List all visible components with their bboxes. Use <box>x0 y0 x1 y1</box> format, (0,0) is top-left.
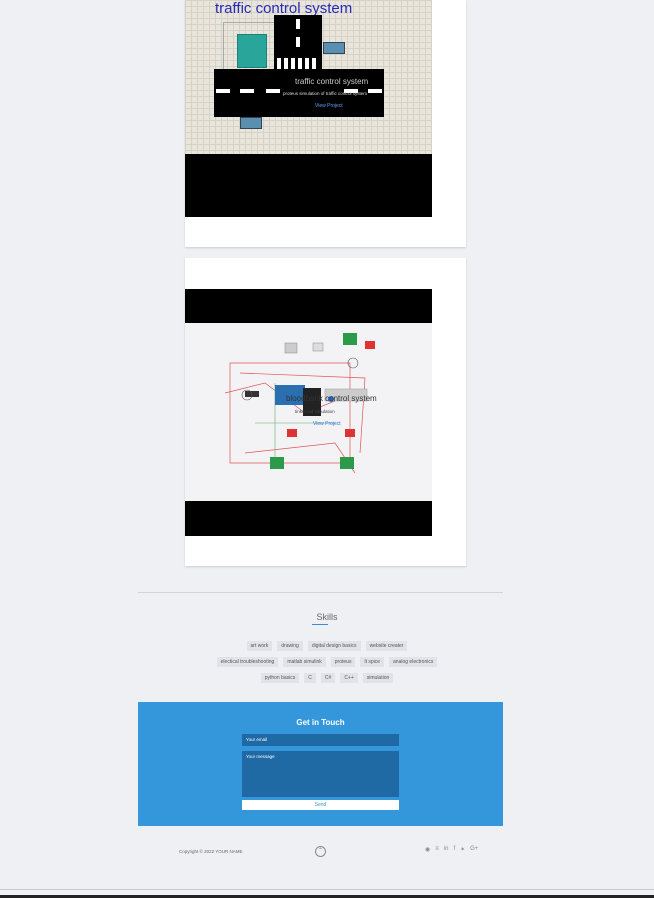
project-overlay-title: bloodbank control system <box>286 394 377 403</box>
lane-dash <box>296 37 300 47</box>
ultrasonic-sensor <box>323 42 345 54</box>
skill-tag: electical troubleshooting <box>216 657 279 667</box>
project-card-circuit: bloodbank control system tinkercad simul… <box>185 258 466 566</box>
schematic-background: traffic control system traffic control s… <box>185 0 432 154</box>
page-bottom-divider <box>0 889 654 890</box>
project-image-traffic[interactable]: traffic control system traffic control s… <box>185 0 432 217</box>
chevron-up-icon[interactable]: ⌃ <box>315 846 326 857</box>
skill-tag: website creater <box>365 641 408 651</box>
github-icon[interactable]: ◉ <box>425 846 430 853</box>
circuit-background: bloodbank control system tinkercad simul… <box>185 323 432 501</box>
lane-dash <box>368 89 382 93</box>
section-divider <box>138 592 503 593</box>
project-overlay-subtitle: tinkercad simulation <box>295 409 335 414</box>
message-field[interactable]: Your message <box>242 751 399 797</box>
skills-heading-underline <box>312 624 328 625</box>
lane-dash <box>266 89 280 93</box>
email-field[interactable]: Your email <box>242 734 399 746</box>
view-project-link[interactable]: View Project <box>313 421 341 427</box>
skill-tag: C# <box>320 673 336 683</box>
send-button[interactable]: Send <box>242 800 399 810</box>
contact-section: Get in Touch Your email Your message Sen… <box>138 702 503 826</box>
contact-heading: Get in Touch <box>296 718 345 727</box>
view-project-link[interactable]: View Project <box>315 103 343 109</box>
social-links: ◉ ≡ in f ✶ G+ <box>425 846 478 853</box>
lane-dash <box>216 89 230 93</box>
skill-tag: C <box>304 673 316 683</box>
skills-heading: Skills <box>316 612 338 622</box>
lane-dash <box>296 19 300 29</box>
skill-tag: matlab simulink <box>283 657 326 667</box>
skill-tag: C++ <box>340 673 358 683</box>
skill-tag: analog electronics <box>389 657 438 667</box>
facebook-icon[interactable]: f <box>453 846 455 853</box>
twitter-icon[interactable]: ✶ <box>460 846 465 853</box>
skill-tag: drawing <box>277 641 303 651</box>
project-image-circuit[interactable]: bloodbank control system tinkercad simul… <box>185 289 432 536</box>
skills-row: art work drawing digital design basics w… <box>0 641 654 651</box>
project-overlay-title: traffic control system <box>295 77 369 86</box>
skill-tag: python basics <box>260 673 300 683</box>
linkedin-icon[interactable]: in <box>444 846 449 853</box>
skill-tag: proteus <box>330 657 356 667</box>
skill-tag: lt spice <box>360 657 385 667</box>
skill-tag: digital design basics <box>307 641 361 651</box>
copyright-text: Copyright © 2022 YOUR NAME <box>179 849 243 854</box>
arduino-board <box>237 34 267 68</box>
skill-tag: art work <box>246 641 273 651</box>
googleplus-icon[interactable]: G+ <box>470 846 478 853</box>
project-card-traffic: traffic control system traffic control s… <box>185 0 466 247</box>
project-overlay-subtitle: proteus simulation of traffic control sy… <box>283 91 367 96</box>
stackoverflow-icon[interactable]: ≡ <box>435 846 439 853</box>
skill-tag: simulation <box>362 673 394 683</box>
skills-row: python basics C C# C++ simulation <box>0 673 654 683</box>
lane-dash <box>240 89 254 93</box>
ultrasonic-sensor-bottom <box>240 117 262 129</box>
skills-row: electical troubleshooting matlab simulin… <box>0 657 654 667</box>
